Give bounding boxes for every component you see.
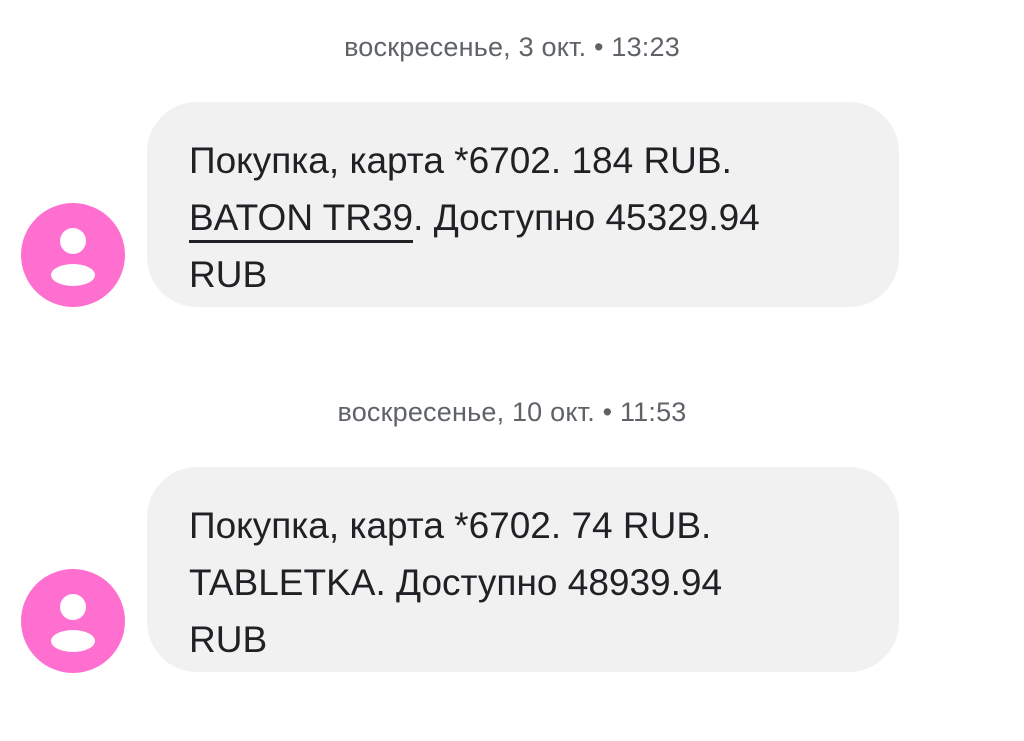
person-icon <box>51 228 95 286</box>
message-timestamp: воскресенье, 10 окт. • 11:53 <box>337 397 687 427</box>
message-line: BATON TR39. Доступно 45329.94 <box>189 189 859 246</box>
message-line: TABLETKA. Доступно 48939.94 <box>189 554 859 611</box>
sender-avatar[interactable] <box>21 203 125 307</box>
merchant-link[interactable]: BATON TR39 <box>189 197 414 243</box>
message-line: RUB <box>189 254 268 295</box>
message-bubble[interactable]: Покупка, карта *6702. 184 RUB. BATON TR3… <box>147 102 899 307</box>
merchant-name: TABLETKA <box>189 562 376 603</box>
message-line: RUB <box>189 619 268 660</box>
sender-avatar[interactable] <box>21 569 125 673</box>
message-line: Покупка, карта *6702. 74 RUB. <box>189 505 712 546</box>
message-text: . Доступно 48939.94 <box>375 562 723 603</box>
message-timestamp: воскресенье, 3 окт. • 13:23 <box>344 32 680 62</box>
message-text: . Доступно 45329.94 <box>413 197 760 238</box>
person-icon <box>51 594 95 652</box>
message-line: Покупка, карта *6702. 184 RUB. <box>189 140 732 181</box>
message-bubble[interactable]: Покупка, карта *6702. 74 RUB. TABLETKA. … <box>147 467 899 672</box>
